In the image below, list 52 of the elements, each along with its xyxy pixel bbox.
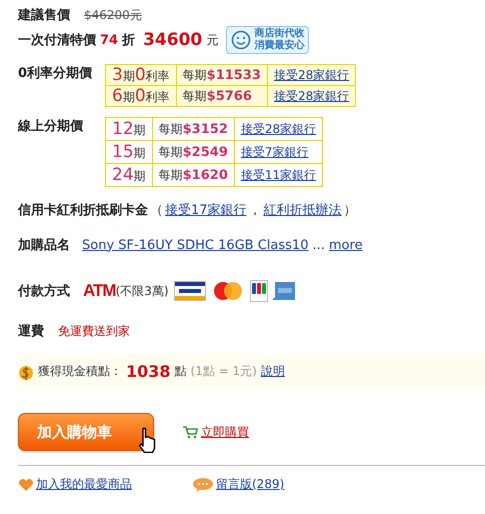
more-link[interactable]: more [328, 238, 363, 252]
points-unit: 點 [174, 363, 187, 380]
period-cell: 15期 [106, 140, 152, 164]
open-paren: （ [150, 202, 163, 219]
currency-unit: 元 [206, 32, 218, 48]
list-price: $46200元 [84, 6, 142, 24]
atm-text: ATM [83, 281, 116, 301]
explanation-link[interactable]: 說明 [260, 363, 285, 380]
list-price-label: 建議售價 [18, 6, 70, 24]
installment-cell: 每期$2549 [152, 140, 234, 164]
zero-rate-label: 0利率分期價 [18, 64, 94, 82]
cart-icon [182, 425, 198, 439]
installment-cell: 每期$1620 [152, 164, 234, 186]
card-logo-icon [250, 280, 268, 302]
installment-cell: 每期$3152 [152, 118, 234, 140]
installment-cell: 每期$11533 [176, 64, 268, 86]
bonus-rules-link[interactable]: 紅利折抵辦法 [264, 201, 342, 219]
pointer-hand-icon [136, 427, 158, 453]
shipping-label: 運費 [18, 323, 44, 340]
card-logo-icon [272, 281, 295, 301]
installment-cell: 每期$5766 [176, 86, 268, 106]
atm-note: (不限3萬) [116, 282, 169, 300]
online-installment-label: 線上分期價 [18, 118, 84, 135]
card-logo-icon [174, 281, 206, 301]
badge-text: 商店街代收 [254, 28, 304, 39]
buy-now-link[interactable]: 立即購買 [201, 424, 249, 440]
discount-unit: 折 [122, 32, 136, 49]
period-cell: 24期 [106, 164, 152, 186]
add-favorite-link[interactable]: 加入我的最愛商品 [36, 476, 132, 493]
badge-text: 消費最安心 [254, 40, 304, 52]
payment-label: 付款方式 [18, 282, 70, 300]
points-label: 獲得現金積點： [38, 363, 122, 380]
special-price-label: 一次付清特價 [18, 32, 96, 49]
smiley-icon [231, 30, 252, 50]
points-value: 1038 [126, 362, 171, 381]
ellipsis: ... [312, 238, 325, 252]
shipping-value: 免運費送到家 [58, 322, 130, 340]
points-note: (1點 = 1元) [190, 363, 257, 380]
message-board-link[interactable]: 留言版(289) [216, 476, 284, 493]
period-cell: 6期0利率 [106, 86, 176, 106]
special-price: 34600 [143, 30, 202, 50]
banks-link[interactable]: 接受17家銀行 [165, 201, 247, 219]
discount: 74 [100, 32, 118, 48]
addon-product-link[interactable]: Sony SF-16UY SDHC 16GB Class10 [82, 238, 308, 252]
credit-bonus-label: 信用卡紅利折抵刷卡金 [18, 202, 148, 219]
close-paren: ） [344, 202, 357, 219]
speech-bubble-icon [192, 476, 214, 492]
heart-icon [18, 478, 34, 492]
addon-label: 加購品名 [18, 237, 70, 254]
separator: ， [248, 202, 262, 219]
period-cell: 3期0利率 [106, 64, 176, 86]
period-cell: 12期 [106, 118, 152, 140]
